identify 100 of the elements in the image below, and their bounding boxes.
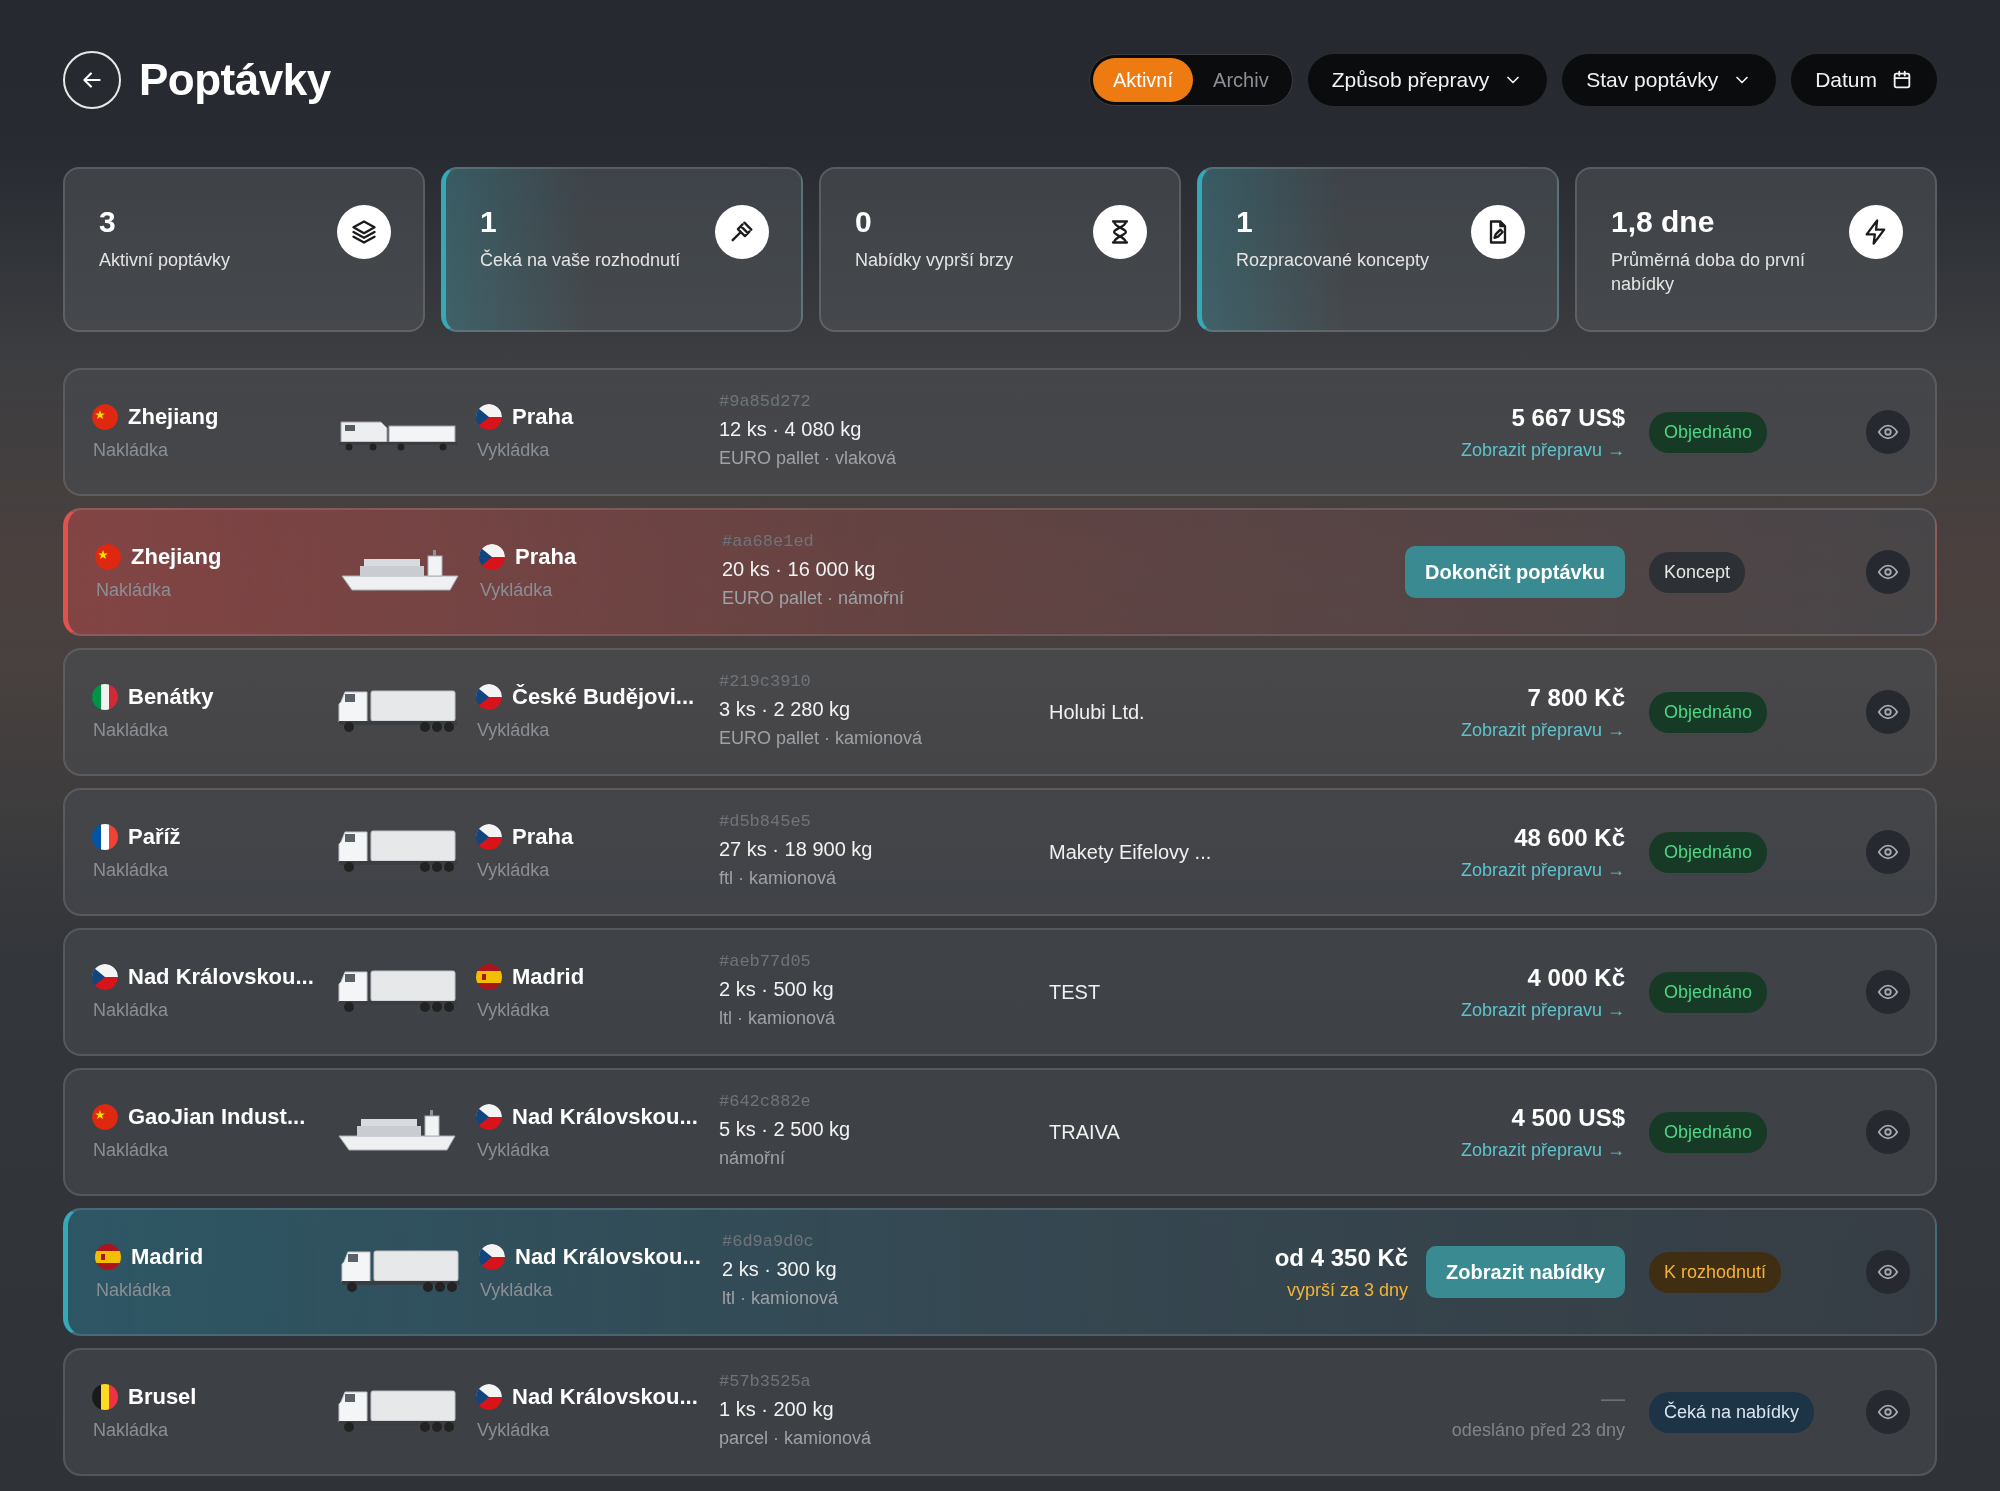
place-name: Madrid: [512, 963, 585, 990]
flag-icon: [476, 683, 502, 710]
status-badge: Čeká na nabídky: [1649, 1391, 1815, 1433]
shipment-link[interactable]: Zobrazit přepravu →: [1460, 439, 1625, 461]
flag-icon: [92, 823, 118, 850]
view-button[interactable]: [1866, 970, 1910, 1014]
place-name: Praha: [512, 403, 574, 430]
place-name: České Budějovi...: [512, 683, 695, 710]
place-name: Praha: [515, 543, 577, 570]
place-label: Vykládka: [476, 999, 551, 1021]
date-filter[interactable]: Datum: [1791, 54, 1937, 106]
inquiry-row[interactable]: Zhejiang Nakládka Praha Vykládka #aa68e1ed 20 ks · 16 000 kg EURO pallet · námořní Dokončit poptávku Koncept: [63, 508, 1937, 636]
flag-icon: [476, 1383, 502, 1410]
expiry-note: vyprší za 3 dny: [1287, 1279, 1409, 1301]
flag-icon: [476, 823, 502, 850]
shipment-link[interactable]: Zobrazit přepravu →: [1460, 999, 1625, 1021]
view-button[interactable]: [1866, 690, 1910, 734]
price: 48 600 Kč: [1514, 823, 1625, 852]
flag-icon: [92, 1383, 118, 1410]
stat-label: Průměrná doba do první nabídky: [1611, 249, 1807, 297]
cargo-details: EURO pallet · námořní: [722, 587, 906, 609]
sent-note: odesláno před 23 dny: [1451, 1419, 1625, 1441]
stat-value: 3: [99, 205, 117, 238]
view-button[interactable]: [1866, 1110, 1910, 1154]
shipment-link[interactable]: Zobrazit přepravu →: [1460, 1139, 1625, 1161]
view-button[interactable]: [1866, 1390, 1910, 1434]
price: —: [1601, 1383, 1625, 1412]
flag-icon: [92, 1103, 118, 1130]
inquiry-row[interactable]: Madrid Nakládka Nad Královskou... Vykládka #6d9a9d0c 2 ks · 300 kg ltl · kamionová od 4 350 Kč vyprší za 3 dny Zobrazit nabídky K rozhodnutí: [63, 1208, 1937, 1336]
flag-icon: [95, 1243, 121, 1270]
stat-value: 1: [480, 205, 498, 238]
view-button[interactable]: [1866, 830, 1910, 874]
stat-value: 0: [855, 205, 873, 238]
inquiry-id: #6d9a9d0c: [722, 1231, 815, 1251]
place-name: Nad Královskou...: [512, 1103, 698, 1130]
place-name: Praha: [512, 823, 574, 850]
place-name: Paříž: [128, 823, 181, 850]
cargo-summary: 1 ks · 200 kg: [719, 1397, 835, 1421]
cargo-details: EURO pallet · vlaková: [719, 447, 898, 469]
place-label: Nakládka: [92, 999, 170, 1021]
flag-icon: [92, 403, 118, 430]
calendar-icon: [1891, 69, 1913, 91]
cargo-summary: 20 ks · 16 000 kg: [722, 557, 877, 581]
cargo-details: ftl · kamionová: [719, 867, 838, 889]
truck-icon: [340, 1247, 460, 1293]
cargo-summary: 2 ks · 500 kg: [719, 977, 835, 1001]
place-label: Nakládka: [92, 719, 170, 741]
flag-icon: [479, 1243, 505, 1270]
place-name: Nad Královskou...: [512, 1383, 698, 1410]
price: 5 667 US$: [1511, 403, 1625, 432]
flag-icon: [92, 963, 118, 990]
cargo-summary: 12 ks · 4 080 kg: [719, 417, 863, 441]
cargo-details: ltl · kamionová: [719, 1007, 837, 1029]
back-button[interactable]: [63, 51, 121, 109]
price: 4 500 US$: [1511, 1103, 1625, 1132]
place-label: Nakládka: [92, 859, 170, 881]
flag-icon: [476, 1103, 502, 1130]
filter-dropdown[interactable]: Způsob přepravy: [1307, 54, 1548, 106]
place-label: Vykládka: [476, 859, 551, 881]
view-button[interactable]: [1866, 410, 1910, 454]
view-button[interactable]: [1866, 550, 1910, 594]
cargo-summary: 2 ks · 300 kg: [722, 1257, 838, 1281]
company-name: TEST: [1049, 980, 1101, 1003]
place-label: Vykládka: [479, 579, 554, 601]
place-name: Nad Královskou...: [515, 1243, 701, 1270]
flag-icon: [476, 963, 502, 990]
layers-icon: [350, 218, 378, 246]
cargo-summary: 3 ks · 2 280 kg: [719, 697, 852, 721]
action-button[interactable]: Zobrazit nabídky: [1426, 1246, 1625, 1298]
truck-icon: [337, 827, 457, 873]
price: 7 800 Kč: [1527, 683, 1625, 712]
filter-dropdown[interactable]: Stav poptávky: [1562, 54, 1777, 106]
flag-icon: [476, 403, 502, 430]
stat-value: 1,8 dne: [1611, 205, 1716, 238]
company-name: Makety Eifelovy ...: [1049, 840, 1212, 863]
place-label: Vykládka: [476, 1139, 551, 1161]
status-badge: Koncept: [1649, 551, 1746, 593]
stat-label: Nabídky vyprší brzy: [855, 249, 1014, 272]
toggle-option[interactable]: Archiv: [1193, 58, 1289, 102]
inquiry-id: #aa68e1ed: [722, 531, 815, 551]
cargo-details: ltl · kamionová: [722, 1287, 840, 1309]
shipment-link[interactable]: Zobrazit přepravu →: [1460, 719, 1625, 741]
flag-icon: [92, 683, 118, 710]
status-badge: K rozhodnutí: [1649, 1251, 1782, 1293]
price: 4 000 Kč: [1527, 963, 1625, 992]
truck-icon: [337, 1387, 457, 1433]
action-button[interactable]: Dokončit poptávku: [1405, 546, 1625, 598]
place-name: Madrid: [131, 1243, 204, 1270]
page-title: Poptávky: [139, 55, 331, 105]
stat-label: Rozpracované koncepty: [1236, 249, 1430, 272]
place-label: Vykládka: [479, 1279, 554, 1301]
view-button[interactable]: [1866, 1250, 1910, 1294]
place-label: Vykládka: [476, 1419, 551, 1441]
ship-icon: [340, 547, 460, 593]
company-name: Holubi Ltd.: [1049, 700, 1145, 723]
truck-icon: [337, 967, 457, 1013]
place-label: Nakládka: [95, 1279, 173, 1301]
place-label: Nakládka: [95, 579, 173, 601]
status-badge: Objednáno: [1649, 1111, 1768, 1153]
shipment-link[interactable]: Zobrazit přepravu →: [1460, 859, 1625, 881]
